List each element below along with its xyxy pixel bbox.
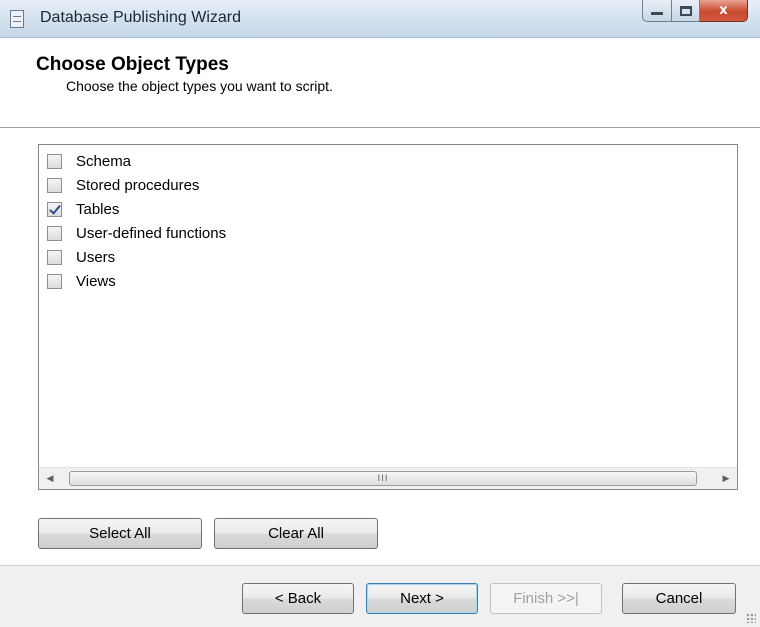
back-button[interactable]: < Back [242,583,354,614]
minimize-icon [651,12,663,15]
object-types-list[interactable]: Schema Stored procedures Tables User-define… [38,144,738,490]
scrollbar-thumb[interactable]: III [69,471,697,486]
object-types-items: Schema Stored procedures Tables User-define… [47,149,226,293]
checkbox-checked-icon[interactable] [47,201,62,217]
checkbox-unchecked-icon[interactable] [47,177,62,193]
wizard-footer: < Back Next > Finish >>| Cancel [0,565,760,627]
window-controls: x [642,0,748,22]
wizard-content: Schema Stored procedures Tables User-define… [0,128,760,565]
list-item[interactable]: Tables [47,197,226,221]
grip-icon: III [377,473,389,484]
app-icon [10,10,24,28]
clear-all-button[interactable]: Clear All [214,518,378,549]
title-bar: Database Publishing Wizard x [0,0,760,38]
close-icon: x [719,3,728,18]
list-item[interactable]: Stored procedures [47,173,226,197]
page-title: Choose Object Types [36,54,229,75]
list-item-label: Tables [76,200,120,218]
finish-button: Finish >>| [490,583,602,614]
checkbox-unchecked-icon[interactable] [47,153,62,169]
checkbox-unchecked-icon[interactable] [47,225,62,241]
list-item-label: Schema [76,152,132,170]
list-item[interactable]: User-defined functions [47,221,226,245]
checkbox-unchecked-icon[interactable] [47,249,62,265]
list-item-label: Stored procedures [76,176,200,194]
window-title: Database Publishing Wizard [40,9,241,26]
list-item-label: Users [76,248,116,266]
maximize-button[interactable] [672,0,700,22]
wizard-header: Choose Object Types Choose the object ty… [0,38,760,128]
cancel-button[interactable]: Cancel [622,583,736,614]
list-item-label: Views [76,272,116,290]
list-item[interactable]: Views [47,269,226,293]
select-all-button[interactable]: Select All [38,518,202,549]
next-button[interactable]: Next > [366,583,478,614]
scroll-left-icon[interactable]: ◀ [39,468,61,489]
maximize-icon [679,5,692,16]
resize-grip-icon[interactable] [746,613,756,623]
list-item[interactable]: Schema [47,149,226,173]
scroll-right-icon[interactable]: ▶ [715,468,737,489]
list-item-label: User-defined functions [76,224,227,242]
minimize-button[interactable] [642,0,672,22]
page-subtitle: Choose the object types you want to scri… [66,78,333,94]
checkbox-unchecked-icon[interactable] [47,273,62,289]
horizontal-scrollbar[interactable]: ◀ III ▶ [39,467,737,489]
list-item[interactable]: Users [47,245,226,269]
close-button[interactable]: x [700,0,748,22]
